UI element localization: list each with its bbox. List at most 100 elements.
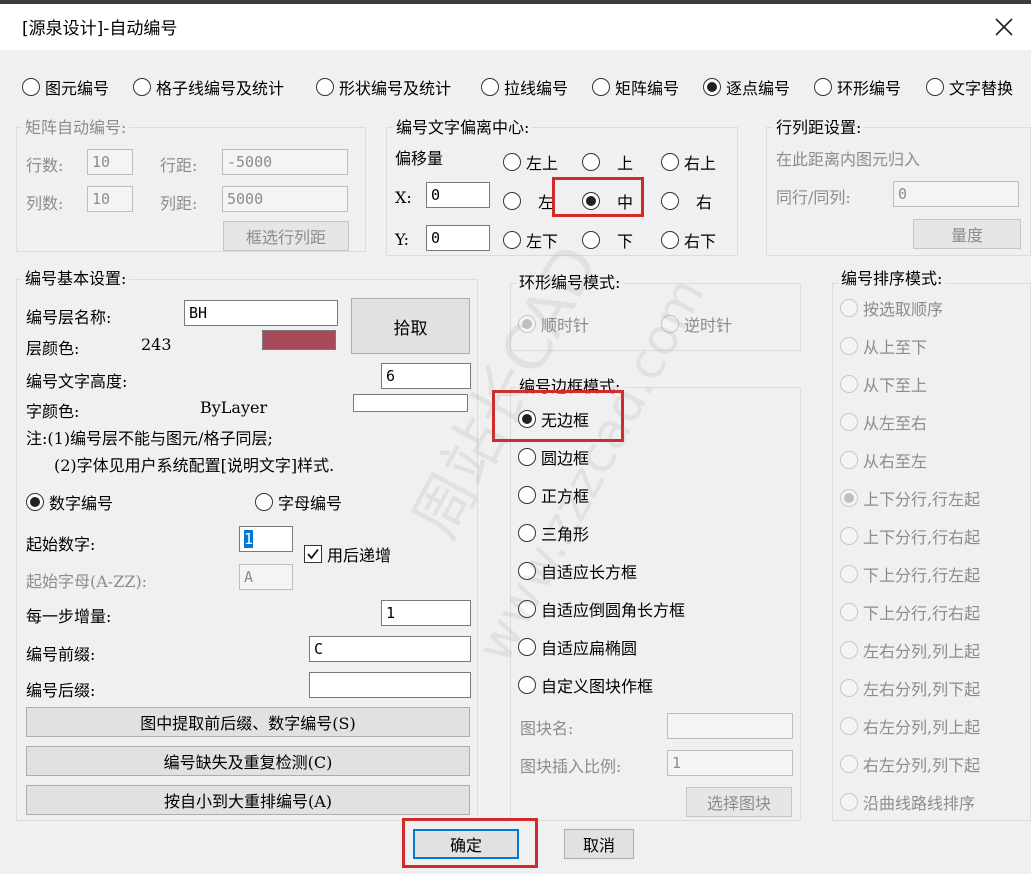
frame-adaptive-rect-radio[interactable]: 自适应长方框 xyxy=(518,559,637,583)
sort-option-radio[interactable]: 右左分列,列下起 xyxy=(840,752,980,776)
radio-circle xyxy=(661,153,679,171)
sort-option-radio[interactable]: 左右分列,列上起 xyxy=(840,638,980,662)
sort-option-label: 沿曲线路线排序 xyxy=(863,794,976,813)
sort-option-radio[interactable]: 沿曲线路线排序 xyxy=(840,790,975,814)
sort-option-radio[interactable]: 下上分行,行右起 xyxy=(840,600,980,624)
block-scale-input[interactable]: 1 xyxy=(667,750,793,776)
renumber-ascending-button[interactable]: 按自小到大重排编号(A) xyxy=(26,785,470,815)
frame-custom-block-radio[interactable]: 自定义图块作框 xyxy=(518,673,653,697)
frame-triangle-radio[interactable]: 三角形 xyxy=(518,521,589,545)
sort-option-radio[interactable]: 上下分行,行右起 xyxy=(840,524,980,548)
sort-option-radio[interactable]: 下上分行,行左起 xyxy=(840,562,980,586)
offset-x-input[interactable]: 0 xyxy=(426,182,490,208)
clockwise-radio[interactable]: 顺时针 xyxy=(518,312,589,336)
offset-right-radio[interactable]: 右 xyxy=(661,189,712,213)
row-gap-input[interactable]: -5000 xyxy=(222,149,348,175)
layer-name-input[interactable]: BH xyxy=(184,300,338,326)
row-gap-label: 行距: xyxy=(160,156,198,175)
offset-label: 左下 xyxy=(526,232,559,251)
cols-input[interactable]: 10 xyxy=(87,186,133,212)
mode-label: 拉线编号 xyxy=(504,79,569,98)
col-gap-input[interactable]: 5000 xyxy=(222,186,348,212)
radio-circle xyxy=(592,78,610,96)
mode-ring-radio[interactable]: 环形编号 xyxy=(814,75,901,99)
sort-option-radio[interactable]: 从上至下 xyxy=(840,334,927,358)
offset-center-radio[interactable]: 中 xyxy=(582,189,633,213)
mode-matrix-radio[interactable]: 矩阵编号 xyxy=(592,75,679,99)
frame-none-radio[interactable]: 无边框 xyxy=(518,407,589,431)
sort-option-radio[interactable]: 从右至左 xyxy=(840,448,927,472)
offset-bottom-right-radio[interactable]: 右下 xyxy=(661,228,716,252)
select-block-button[interactable]: 选择图块 xyxy=(686,787,792,817)
sort-option-label: 上下分行,行左起 xyxy=(863,490,981,509)
radio-circle xyxy=(703,78,721,96)
numeric-label: 数字编号 xyxy=(49,494,114,513)
frame-ellipse-radio[interactable]: 自适应扁椭圆 xyxy=(518,635,637,659)
counterclockwise-radio[interactable]: 逆时针 xyxy=(661,312,732,336)
step-input[interactable]: 1 xyxy=(381,600,471,626)
close-icon xyxy=(995,18,1013,36)
radio-circle xyxy=(503,231,521,249)
frame-square-radio[interactable]: 正方框 xyxy=(518,483,589,507)
col-gap-label: 列距: xyxy=(160,194,198,213)
offset-top-right-radio[interactable]: 右上 xyxy=(661,150,716,174)
mode-label: 逐点编号 xyxy=(726,79,791,98)
alpha-number-radio[interactable]: 字母编号 xyxy=(255,490,342,514)
offset-y-label: Y: xyxy=(395,230,409,249)
start-letter-input[interactable]: A xyxy=(239,564,293,590)
offset-label: 左 xyxy=(538,193,555,212)
ok-button[interactable]: 确定 xyxy=(413,829,519,859)
prefix-label: 编号前缀: xyxy=(26,645,96,664)
radio-circle xyxy=(518,486,536,504)
frame-circle-radio[interactable]: 圆边框 xyxy=(518,445,589,469)
radio-circle xyxy=(840,679,858,697)
layer-color-swatch[interactable] xyxy=(262,330,336,350)
select-rowcol-gap-button[interactable]: 框选行列距 xyxy=(223,221,349,251)
frame-label: 圆边框 xyxy=(541,449,590,468)
suffix-input[interactable] xyxy=(309,672,471,698)
offset-y-input[interactable]: 0 xyxy=(426,225,490,251)
sort-option-radio[interactable]: 按选取顺序 xyxy=(840,296,943,320)
start-number-input[interactable]: 1 xyxy=(239,526,293,552)
same-rowcol-input[interactable]: 0 xyxy=(893,181,1019,207)
radio-circle xyxy=(503,192,521,210)
offset-top-radio[interactable]: 上 xyxy=(582,150,633,174)
radio-circle xyxy=(316,78,334,96)
close-button[interactable] xyxy=(987,10,1021,44)
sort-option-label: 按选取顺序 xyxy=(863,300,944,319)
measure-button[interactable]: 量度 xyxy=(913,219,1021,249)
text-height-input[interactable]: 6 xyxy=(381,363,471,389)
mode-shape-radio[interactable]: 形状编号及统计 xyxy=(316,75,451,99)
offset-bottom-radio[interactable]: 下 xyxy=(582,228,633,252)
clockwise-label: 顺时针 xyxy=(541,316,590,335)
sort-option-radio[interactable]: 左右分列,列下起 xyxy=(840,676,980,700)
same-rowcol-label: 同行/同列: xyxy=(776,188,851,207)
numeric-number-radio[interactable]: 数字编号 xyxy=(26,490,113,514)
check-missing-duplicate-button[interactable]: 编号缺失及重复检测(C) xyxy=(26,746,470,776)
sort-option-label: 下上分行,行右起 xyxy=(863,604,981,623)
sort-option-radio[interactable]: 上下分行,行左起 xyxy=(840,486,980,510)
mode-element-radio[interactable]: 图元编号 xyxy=(22,75,109,99)
mode-grid-radio[interactable]: 格子线编号及统计 xyxy=(133,75,284,99)
frame-rounded-rect-radio[interactable]: 自适应倒圆角长方框 xyxy=(518,597,685,621)
extract-prefix-suffix-button[interactable]: 图中提取前后缀、数字编号(S) xyxy=(26,707,470,737)
block-name-input[interactable] xyxy=(667,713,793,739)
prefix-input[interactable]: C xyxy=(309,636,471,662)
auto-increment-checkbox[interactable]: 用后递增 xyxy=(304,542,391,566)
sort-option-radio[interactable]: 从左至右 xyxy=(840,410,927,434)
mode-label: 矩阵编号 xyxy=(615,79,680,98)
mode-text-replace-radio[interactable]: 文字替换 xyxy=(926,75,1013,99)
cancel-button[interactable]: 取消 xyxy=(564,829,634,859)
mode-line-radio[interactable]: 拉线编号 xyxy=(481,75,568,99)
offset-label: 右上 xyxy=(684,154,717,173)
rows-input[interactable]: 10 xyxy=(87,149,133,175)
sort-option-radio[interactable]: 从下至上 xyxy=(840,372,927,396)
pick-layer-button[interactable]: 拾取 xyxy=(351,298,470,354)
sort-option-radio[interactable]: 右左分列,列上起 xyxy=(840,714,980,738)
offset-top-left-radio[interactable]: 左上 xyxy=(503,150,558,174)
auto-increment-label: 用后递增 xyxy=(327,546,392,565)
offset-left-radio[interactable]: 左 xyxy=(503,189,554,213)
font-color-swatch[interactable] xyxy=(353,394,468,412)
offset-bottom-left-radio[interactable]: 左下 xyxy=(503,228,558,252)
mode-point-radio[interactable]: 逐点编号 xyxy=(703,75,790,99)
